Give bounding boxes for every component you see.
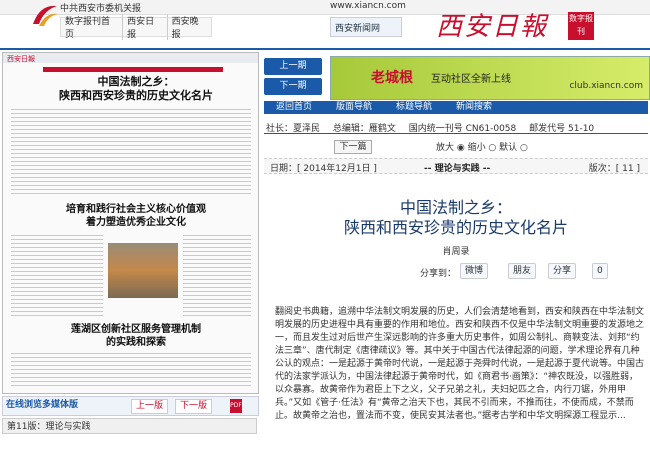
nav-xian-evening[interactable]: 西安晚报 [168, 14, 211, 40]
ad-domain: club.xiancn.com [569, 81, 643, 91]
multimedia-link[interactable]: 在线浏览多媒体版 [6, 397, 78, 413]
ad-brand: 老城根 [371, 70, 413, 86]
main-tabs: 返回首页 版面导航 标题导航 新闻搜索 [264, 101, 648, 114]
paper-text-block [11, 353, 251, 389]
paper-masthead: 西安日報 [7, 55, 35, 63]
newspaper-logo-icon [33, 5, 58, 26]
edition-label: 第11版：理论与实践 [2, 418, 257, 434]
next-page-button[interactable]: 下一版 [175, 399, 213, 414]
tab-title-nav[interactable]: 标题导航 [384, 101, 444, 114]
paper-photo [108, 243, 178, 298]
paper-headline-2[interactable]: 培育和践行社会主义核心价值观 着力塑造优秀企业文化 [21, 203, 251, 229]
zoom-options[interactable]: 放大 ◉ 缩小 ○ 默认 ○ [436, 140, 528, 153]
newspaper-page-preview[interactable]: 西安日報 中国法制之乡： 陕西和西安珍贵的历史文化名片 培育和践行社会主义核心价… [2, 52, 259, 394]
paper-headline-3[interactable]: 莲湖区创新社区服务管理机制 的实践和探索 [21, 323, 251, 349]
article-body: 翻阅史书典籍，追溯中华法制文明发展的历史，人们会清楚地看到，西安和陕西在中华法制… [275, 307, 645, 421]
paper-text-block [11, 235, 103, 319]
meta-divider [264, 133, 648, 134]
paper-text-block [183, 235, 251, 319]
ad-banner[interactable]: 老城根 互动社区全新上线 club.xiancn.com [330, 56, 650, 100]
org-label: 中共西安市委机关报 [60, 4, 142, 14]
tab-news-search[interactable]: 新闻搜索 [444, 101, 504, 114]
pdf-icon[interactable]: PDF [230, 399, 242, 413]
share-label: 分享到： [420, 269, 457, 279]
paper-strip [43, 67, 223, 72]
article-date: 日期：[ 2014年12月1日 ] [270, 164, 377, 174]
brand-logo: 西安日報 [436, 12, 549, 42]
header-divider [0, 48, 650, 50]
article-author: 肖周录 [442, 247, 470, 257]
digital-badge: 数字报刊 [568, 12, 594, 40]
nav-xian-news[interactable]: 西安新闻网 [331, 21, 384, 34]
tab-home[interactable]: 返回首页 [264, 101, 324, 114]
news-site-nav: 西安新闻网 [330, 17, 402, 37]
nav-xian-daily[interactable]: 西安日报 [123, 14, 168, 40]
next-issue-button[interactable]: 下一期 [264, 78, 322, 95]
tab-layout-nav[interactable]: 版面导航 [324, 101, 384, 114]
share-weibo-button[interactable]: 微博 [460, 263, 489, 279]
paper-headline-1[interactable]: 中国法制之乡： 陕西和西安珍贵的历史文化名片 [21, 75, 251, 103]
article-title: 中国法制之乡： 陕西和西安珍贵的历史文化名片 [343, 198, 568, 237]
paper-text-block [11, 109, 251, 197]
site-url[interactable]: www.xiancn.com [330, 1, 406, 11]
ad-slogan: 互动社区全新上线 [431, 74, 511, 85]
share-count: 0 [592, 263, 608, 279]
paper-nav: 数字报刊首页 西安日报 西安晚报 [60, 14, 212, 40]
share-more-button[interactable]: 分享 [548, 263, 577, 279]
share-friends-button[interactable]: 朋友 [508, 263, 537, 279]
issue-nav: 上一期 下一期 [264, 58, 322, 98]
article-page: 版次：[ 11 ] [588, 164, 640, 174]
prev-page-button[interactable]: 上一版 [131, 399, 169, 414]
article-controls: 下一篇 放大 ◉ 缩小 ○ 默认 ○ [264, 140, 648, 154]
nav-digital-home[interactable]: 数字报刊首页 [61, 14, 124, 40]
prev-issue-button[interactable]: 上一期 [264, 58, 322, 75]
article-info-bar: 日期：[ 2014年12月1日 ] -- 理论与实践 -- 版次：[ 11 ] [264, 158, 648, 174]
article-column: -- 理论与实践 -- [424, 164, 491, 174]
next-article-button[interactable]: 下一篇 [334, 140, 372, 154]
